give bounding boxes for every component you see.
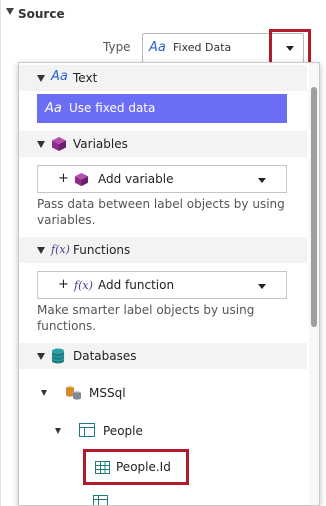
group-label: Text <box>73 71 98 85</box>
server-icon <box>65 385 83 401</box>
expand-arrow-icon <box>37 141 45 148</box>
option-use-fixed-data[interactable]: Aa Use fixed data <box>37 94 287 123</box>
tree-label: MSSql <box>89 386 126 400</box>
grid-icon <box>95 461 110 474</box>
group-label: Functions <box>73 243 131 257</box>
data-source-dropdown: Aa Text Aa Use fixed data Variables + Ad… <box>18 62 320 506</box>
cube-icon <box>51 136 67 152</box>
expand-arrow-icon <box>37 75 45 82</box>
group-label: Variables <box>73 137 128 151</box>
expand-arrow-icon <box>37 247 45 254</box>
plus-icon: + <box>58 277 69 292</box>
expand-arrow-icon <box>55 428 61 434</box>
panel-left-border <box>0 0 1 506</box>
add-function-button[interactable]: + f(x) Add function <box>37 271 287 299</box>
section-title: Source <box>18 7 65 21</box>
group-header-text[interactable]: Aa Text <box>19 65 307 91</box>
tree-field-people-id[interactable]: People.Id <box>83 449 189 485</box>
chevron-down-icon <box>286 46 294 51</box>
tree-label: People <box>103 424 143 438</box>
expand-arrow-icon <box>41 390 47 396</box>
function-icon: f(x) <box>51 243 70 256</box>
chevron-down-icon <box>258 284 266 289</box>
text-icon: Aa <box>51 69 68 84</box>
group-header-variables[interactable]: Variables <box>19 131 307 157</box>
tree-node-people[interactable]: People <box>19 419 307 443</box>
scrollbar-thumb[interactable] <box>311 87 317 327</box>
option-label: Use fixed data <box>69 101 156 115</box>
grid-icon <box>93 495 108 505</box>
tree-node-mssql[interactable]: MSSql <box>19 381 307 405</box>
text-icon: Aa <box>45 101 62 116</box>
group-label: Databases <box>73 349 137 363</box>
add-function-label: Add function <box>98 278 175 292</box>
text-type-icon: Aa <box>149 40 166 55</box>
source-section-header[interactable]: Source <box>6 7 65 21</box>
plus-icon: + <box>58 171 69 186</box>
tree-field-next[interactable] <box>91 495 291 505</box>
add-variable-button[interactable]: + Add variable <box>37 165 287 193</box>
collapse-arrow-icon <box>6 8 14 15</box>
database-icon <box>51 348 65 364</box>
cube-icon <box>74 172 89 187</box>
group-header-databases[interactable]: Databases <box>19 343 307 369</box>
expand-arrow-icon <box>37 353 45 360</box>
add-variable-label: Add variable <box>98 172 174 186</box>
type-select-value: Fixed Data <box>173 41 232 54</box>
table-icon <box>79 423 95 437</box>
variables-description: Pass data between label objects by using… <box>37 197 285 227</box>
chevron-down-icon <box>258 178 266 183</box>
type-label: Type <box>103 40 131 54</box>
group-header-functions[interactable]: f(x) Functions <box>19 237 307 263</box>
functions-description: Make smarter label objects by using func… <box>37 303 255 333</box>
function-icon: f(x) <box>74 279 93 292</box>
tree-label: People.Id <box>116 460 171 474</box>
dropdown-scrollbar[interactable] <box>309 63 319 505</box>
